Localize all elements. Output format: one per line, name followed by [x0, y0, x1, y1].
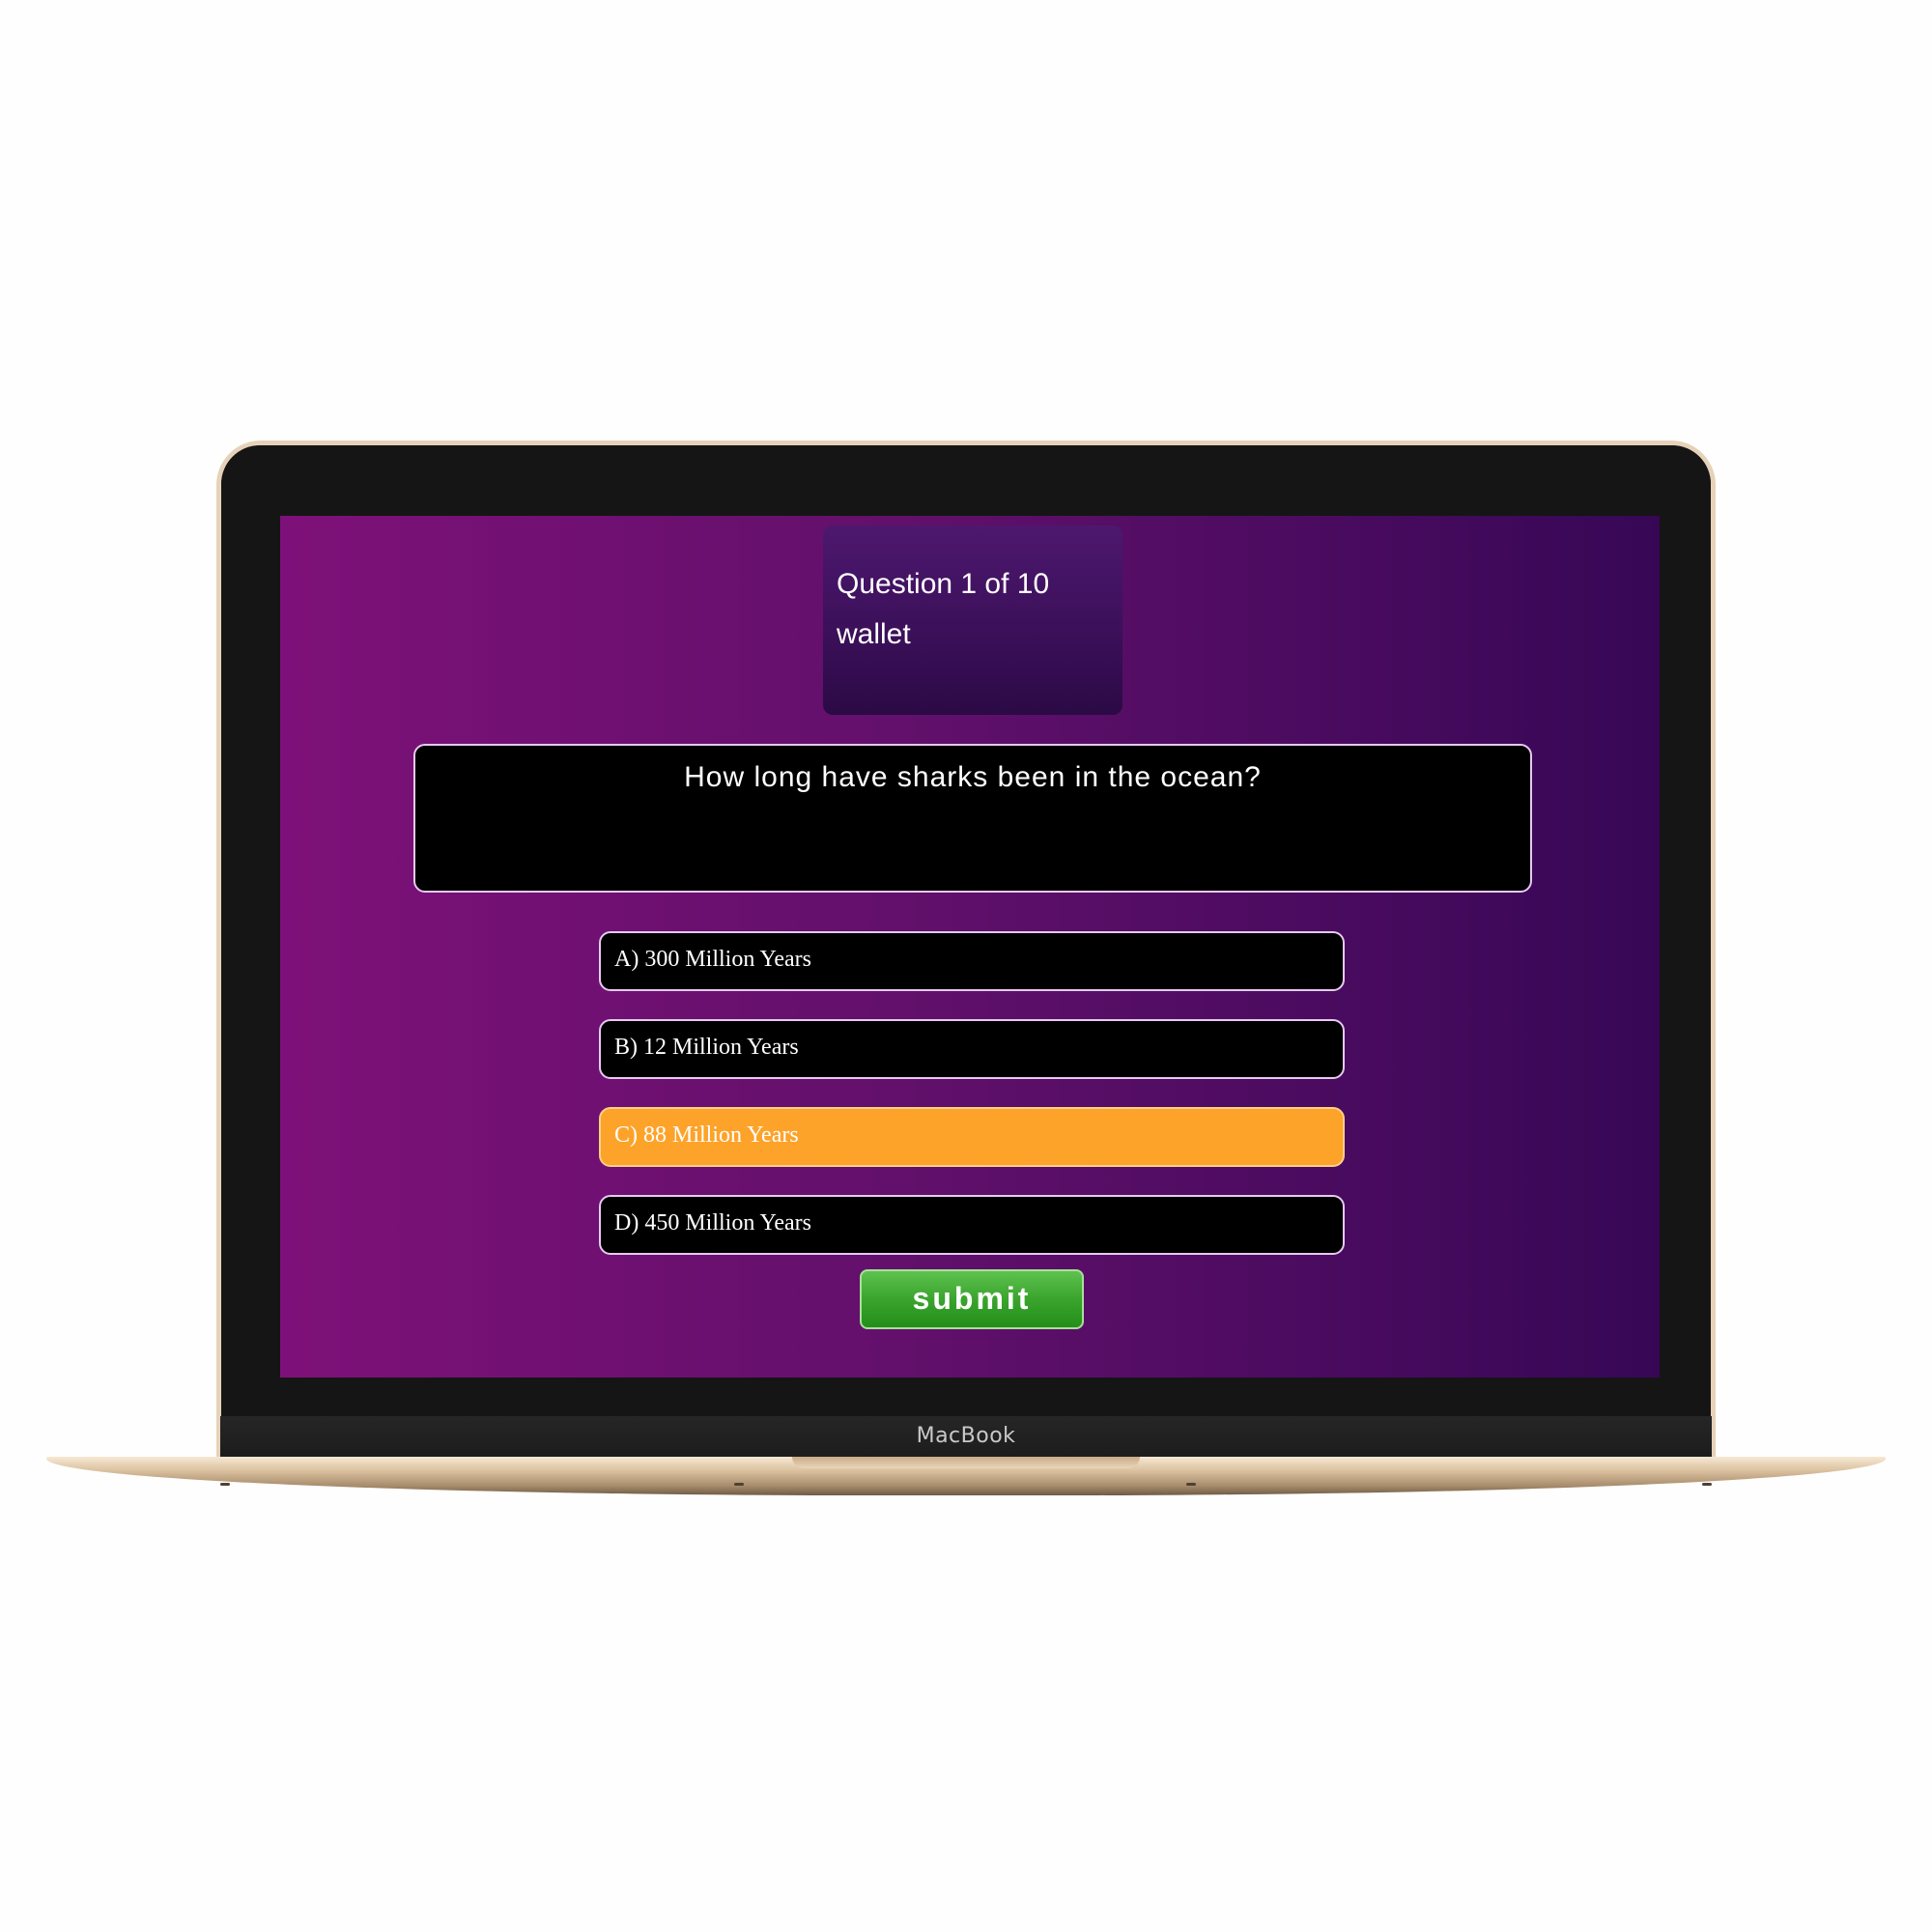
- option-d-label: D) 450 Million Years: [614, 1210, 812, 1236]
- quiz-header: Question 1 of 10 wallet: [823, 526, 1122, 715]
- question-progress: Question 1 of 10: [837, 568, 1050, 600]
- option-a-label: A) 300 Million Years: [614, 947, 812, 972]
- question-box: How long have sharks been in the ocean?: [413, 744, 1532, 893]
- lid-notch: [792, 1457, 1140, 1468]
- submit-button[interactable]: submit: [860, 1269, 1084, 1329]
- mockup-stage: Question 1 of 10 wallet How long have sh…: [0, 0, 1932, 1932]
- option-b-label: B) 12 Million Years: [614, 1035, 799, 1060]
- base-foot-right: [1702, 1483, 1712, 1486]
- quiz-screen: Question 1 of 10 wallet How long have sh…: [280, 516, 1660, 1378]
- option-c-button[interactable]: C) 88 Million Years: [599, 1107, 1345, 1167]
- brand-label: MacBook: [916, 1424, 1016, 1448]
- option-a-button[interactable]: A) 300 Million Years: [599, 931, 1345, 991]
- question-text: How long have sharks been in the ocean?: [684, 761, 1262, 793]
- option-b-button[interactable]: B) 12 Million Years: [599, 1019, 1345, 1079]
- option-c-label: C) 88 Million Years: [614, 1122, 799, 1148]
- base-foot-mid-right: [1186, 1483, 1196, 1486]
- option-d-button[interactable]: D) 450 Million Years: [599, 1195, 1345, 1255]
- base-foot-mid-left: [734, 1483, 744, 1486]
- wallet-label: wallet: [837, 618, 911, 650]
- base-foot-left: [220, 1483, 230, 1486]
